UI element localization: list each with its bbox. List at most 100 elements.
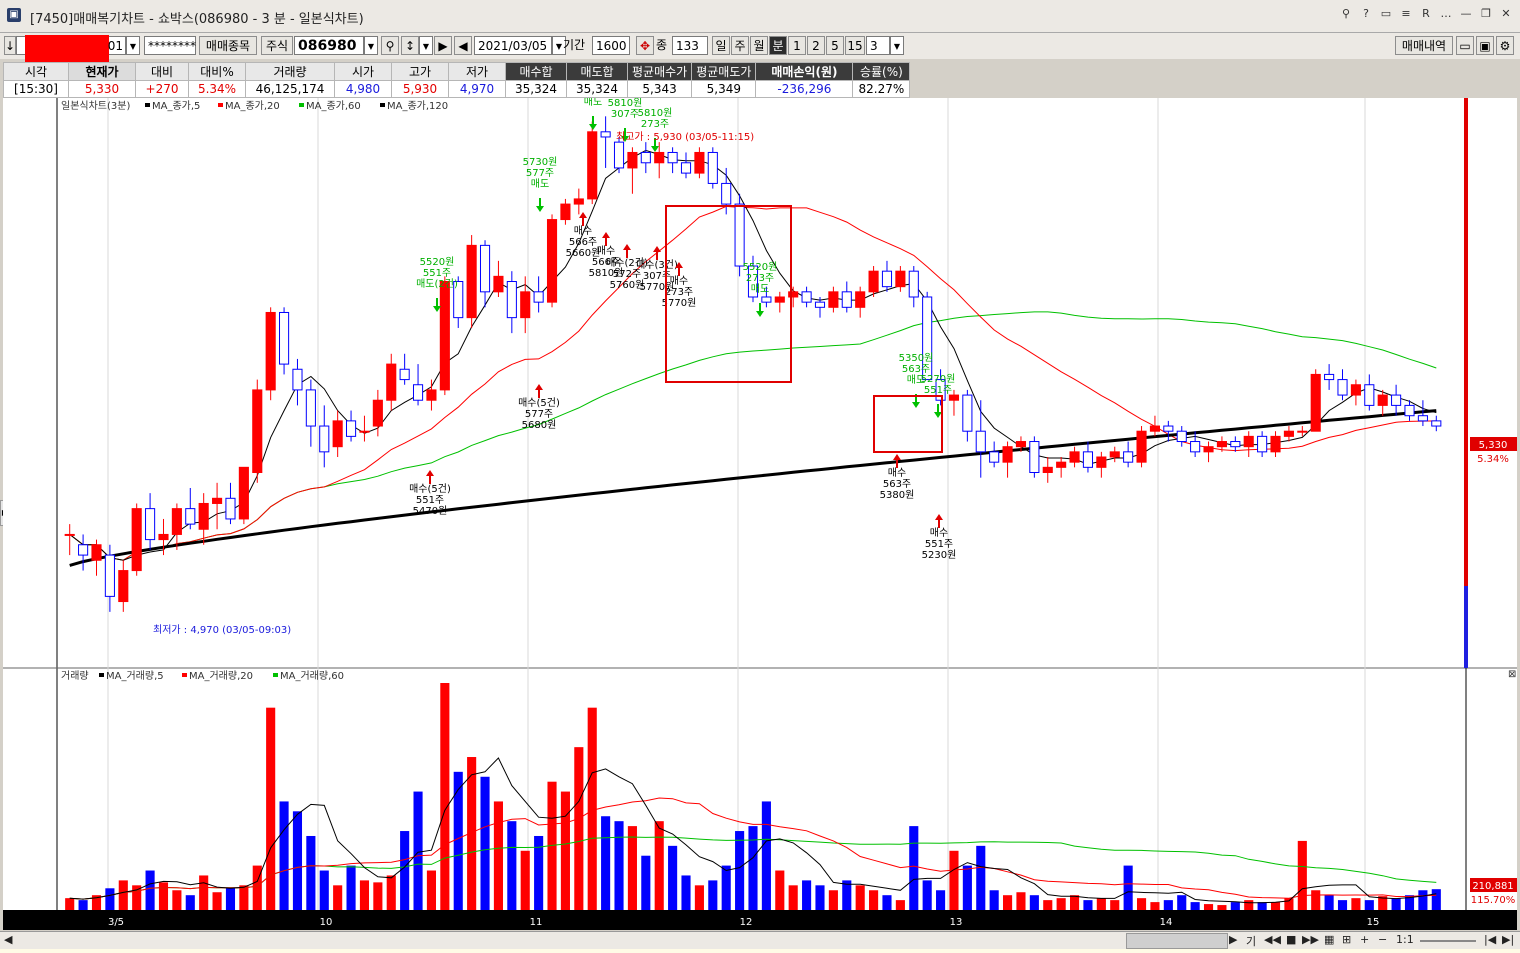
zoom-in-icon[interactable]: +	[1360, 933, 1369, 946]
candle-body	[78, 544, 89, 556]
minimize-icon[interactable]: —	[1458, 5, 1474, 23]
last-icon[interactable]: ▶|	[1502, 933, 1514, 946]
sell-annotation-text: 5810원	[638, 107, 673, 119]
folder-icon[interactable]: ▭	[1456, 36, 1474, 55]
volume-bar	[1190, 902, 1200, 910]
close-panel-icon[interactable]: ⊠	[1508, 669, 1516, 680]
period-label: 기간	[562, 38, 586, 52]
volume-bar	[1431, 889, 1441, 910]
grid-icon[interactable]: ▦	[1324, 933, 1334, 946]
scroll-right-icon[interactable]: ▶	[1229, 933, 1237, 946]
volume-bar	[1029, 895, 1039, 910]
zoom-out-icon[interactable]: −	[1378, 933, 1387, 946]
candle-body	[479, 244, 491, 293]
scroll-thumb[interactable]	[1126, 933, 1228, 949]
candle-body	[1324, 373, 1335, 381]
window-icon[interactable]: ▭	[1378, 5, 1394, 23]
volume-bar	[480, 776, 490, 910]
window-buttons: ⚲ ? ▭ ≡ R … — ❐ ✕	[1338, 5, 1514, 23]
period-minute-button[interactable]: 분	[769, 36, 787, 55]
trade-history-button[interactable]: 매매내역	[1395, 36, 1453, 55]
count-input[interactable]: 133	[672, 36, 708, 55]
volume-bar	[1003, 895, 1013, 910]
candle-body	[252, 389, 263, 473]
close-icon[interactable]: ✕	[1498, 5, 1514, 23]
period-15-button[interactable]: 15	[845, 36, 865, 55]
password-field[interactable]: ********	[144, 36, 196, 55]
sort-icon[interactable]: ↕	[401, 36, 419, 55]
candle-body	[680, 162, 692, 174]
period-icon[interactable]: 기	[1246, 933, 1256, 949]
scroll-left-icon[interactable]: ◀	[4, 933, 12, 946]
r-icon[interactable]: R	[1418, 5, 1434, 23]
play-icon[interactable]: ▶	[434, 36, 452, 55]
legend-swatch	[380, 103, 385, 107]
minute-input[interactable]: 3	[866, 36, 890, 55]
arrow-down-icon[interactable]: ↓	[4, 36, 16, 55]
period-input[interactable]: 1600	[592, 36, 630, 55]
period-5-button[interactable]: 5	[826, 36, 844, 55]
code-input[interactable]: 086980	[294, 36, 364, 55]
volume-bar	[601, 816, 611, 910]
candle-body	[613, 141, 625, 169]
first-icon[interactable]: |◀	[1484, 933, 1496, 946]
volume-bar	[936, 890, 946, 910]
forward-icon[interactable]: ▶▶	[1302, 933, 1319, 946]
candle-body	[1283, 430, 1294, 437]
minute-dropdown[interactable]: ▼	[890, 36, 904, 55]
period-week-button[interactable]: 주	[731, 36, 749, 55]
save-icon[interactable]: ▣	[1476, 36, 1494, 55]
account-dropdown[interactable]: ▼	[126, 36, 140, 55]
horizontal-scrollbar[interactable]: ◀ ▶ 기 ◀◀ ■ ▶▶ ▦ ⊞ + − 1:1 |◀ ▶|	[0, 931, 1520, 950]
zoom-slider[interactable]	[1420, 940, 1476, 942]
ratio-icon[interactable]: 1:1	[1396, 933, 1414, 946]
account-field[interactable]: 01	[16, 35, 126, 65]
split-icon[interactable]: ⊞	[1342, 933, 1351, 946]
sort-dropdown[interactable]: ▼	[419, 36, 433, 55]
stock-chart[interactable]: 매수(5건)551주5470원5520원551주매도(2건)매수(5건)577주…	[3, 98, 1517, 930]
sell-annotation-text: 577주	[526, 168, 554, 179]
back-icon[interactable]: ◀	[454, 36, 472, 55]
volume-legend-swatch	[273, 673, 278, 677]
sell-annotation-text: 551주	[423, 268, 451, 279]
settings-icon[interactable]: ⚙	[1496, 36, 1514, 55]
more-icon[interactable]: …	[1438, 5, 1454, 23]
market-type-button[interactable]: 주식	[261, 36, 293, 55]
account-suffix: 01	[107, 39, 123, 53]
quote-win-rate: 82.27%	[852, 80, 911, 98]
search-icon[interactable]: ⚲	[1338, 5, 1354, 23]
candle-body	[386, 363, 397, 401]
volume-bar	[1364, 900, 1374, 910]
maximize-icon[interactable]: ❐	[1478, 5, 1494, 23]
volume-bar	[989, 890, 999, 910]
search-icon[interactable]: ⚲	[381, 36, 399, 55]
rewind-icon[interactable]: ◀◀	[1264, 933, 1281, 946]
buy-annotation-text: 551주	[925, 539, 953, 550]
period-day-button[interactable]: 일	[712, 36, 730, 55]
candle-body	[319, 425, 330, 453]
volume-bar	[654, 821, 664, 910]
legend-swatch	[299, 103, 304, 107]
candle-body	[1230, 441, 1241, 448]
date-input[interactable]: 2021/03/05	[474, 36, 552, 55]
volume-bar	[158, 882, 169, 910]
settings-icon[interactable]: ✥	[636, 36, 654, 55]
candle-body	[332, 420, 343, 448]
code-dropdown[interactable]: ▼	[364, 36, 378, 55]
volume-bar	[1083, 900, 1093, 910]
volume-bar	[708, 880, 718, 910]
candle-body	[1056, 461, 1067, 468]
help-icon[interactable]: ?	[1358, 5, 1374, 23]
period-1-button[interactable]: 1	[788, 36, 806, 55]
candle-body	[64, 533, 75, 536]
period-month-button[interactable]: 월	[750, 36, 768, 55]
x-axis-label: 12	[740, 917, 753, 928]
buy-annotation-text: 매수	[888, 467, 906, 479]
menu-icon[interactable]: ≡	[1398, 5, 1414, 23]
stop-icon[interactable]: ■	[1286, 933, 1296, 946]
trade-item-button[interactable]: 매매종목	[199, 36, 257, 55]
volume-bar	[1311, 890, 1321, 910]
period-2-button[interactable]: 2	[807, 36, 825, 55]
volume-bar	[735, 831, 745, 910]
x-axis-bar	[3, 910, 1517, 930]
